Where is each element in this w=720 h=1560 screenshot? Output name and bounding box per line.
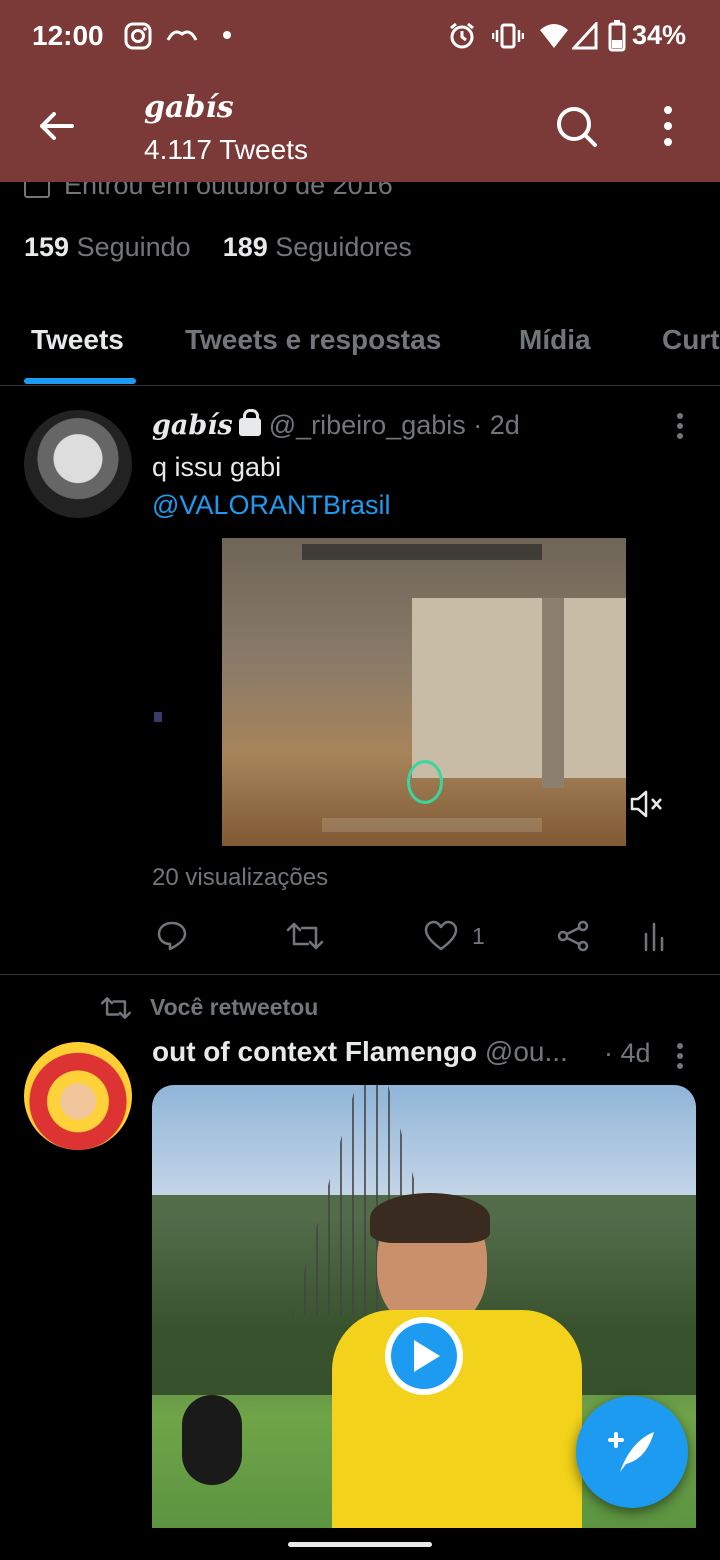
video-crosshair bbox=[407, 760, 443, 804]
top-app-bar: 12:00 34% gabís 4.117 Tweets bbox=[0, 0, 720, 182]
video-scene-wall bbox=[412, 598, 626, 778]
dot-icon bbox=[223, 31, 231, 39]
avatar[interactable] bbox=[24, 410, 132, 518]
retweet-label: Você retweetou bbox=[150, 994, 319, 1020]
active-tab-indicator bbox=[24, 378, 136, 384]
play-button[interactable] bbox=[385, 1317, 463, 1395]
status-time: 12:00 bbox=[32, 20, 104, 51]
signal-icon bbox=[572, 22, 598, 50]
reply-button[interactable] bbox=[156, 912, 188, 960]
tab-tweets[interactable]: Tweets bbox=[31, 324, 124, 356]
status-bar: 12:00 34% bbox=[0, 0, 720, 72]
tweet-video-valorant[interactable] bbox=[222, 538, 626, 846]
back-arrow-icon[interactable] bbox=[36, 106, 76, 146]
video-scene-pillar bbox=[542, 598, 564, 788]
tweet-handle[interactable]: @ou... bbox=[485, 1036, 568, 1067]
tweet-time: · 4d bbox=[604, 1038, 651, 1068]
tweet-actions: 1 bbox=[152, 912, 672, 960]
like-button[interactable]: 1 bbox=[424, 912, 485, 960]
battery-icon bbox=[608, 20, 626, 52]
compose-feather-icon bbox=[608, 1432, 654, 1472]
wifi-icon bbox=[540, 24, 568, 48]
following-label: Seguindo bbox=[76, 232, 191, 262]
heart-icon bbox=[424, 920, 458, 951]
profile-header: gabís 4.117 Tweets bbox=[0, 82, 720, 182]
tab-media[interactable]: Mídia bbox=[519, 324, 591, 356]
tweet-time: · 2d bbox=[473, 410, 520, 440]
tweet-author-name[interactable]: gabís bbox=[152, 410, 233, 441]
tweet-more-icon[interactable] bbox=[676, 412, 684, 440]
header-name: gabís bbox=[144, 90, 234, 125]
reply-icon bbox=[157, 921, 187, 951]
avatar[interactable] bbox=[24, 1042, 132, 1150]
analytics-icon bbox=[644, 922, 664, 952]
alarm-icon bbox=[450, 22, 474, 49]
tab-likes[interactable]: Curt bbox=[662, 324, 720, 356]
instagram-icon bbox=[124, 22, 152, 50]
retweet-icon bbox=[286, 922, 324, 950]
compose-tweet-button[interactable] bbox=[576, 1396, 688, 1508]
tweet-text: q issu gabi bbox=[152, 452, 282, 482]
gesture-nav-bar[interactable] bbox=[288, 1542, 432, 1547]
profile-tabs: Tweets Tweets e respostas Mídia Curt bbox=[0, 320, 720, 386]
video-scene-person-hair bbox=[370, 1193, 490, 1243]
tab-tweets-and-replies[interactable]: Tweets e respostas bbox=[185, 324, 441, 356]
tweet-handle[interactable]: @_ribeiro_gabis bbox=[269, 410, 466, 440]
retweet-button[interactable] bbox=[286, 912, 324, 960]
following-link[interactable]: 159 Seguindo bbox=[24, 232, 191, 262]
tweet-mention-link[interactable]: @VALORANTBrasil bbox=[152, 490, 390, 521]
ifood-icon bbox=[166, 30, 198, 41]
video-hud-bar bbox=[302, 544, 542, 560]
retweet-icon bbox=[100, 996, 132, 1019]
more-options-icon[interactable] bbox=[656, 104, 680, 148]
followers-count: 189 bbox=[222, 232, 268, 262]
header-tweet-count: 4.117 Tweets bbox=[144, 134, 308, 165]
share-button[interactable] bbox=[556, 912, 590, 960]
like-count: 1 bbox=[472, 922, 485, 949]
followers-link[interactable]: 189 Seguidores bbox=[223, 232, 412, 262]
tweet-views: 20 visualizações bbox=[152, 864, 329, 891]
follow-stats: 159 Seguindo 189 Seguidores bbox=[24, 232, 412, 263]
analytics-button[interactable] bbox=[642, 912, 666, 960]
video-hud-bottom bbox=[322, 818, 542, 832]
tweet-header: gabís @_ribeiro_gabis · 2d bbox=[152, 408, 520, 441]
share-icon bbox=[557, 920, 589, 952]
retweet-indicator: Você retweetou bbox=[100, 994, 318, 1021]
lock-icon bbox=[238, 408, 261, 436]
tweet-more-icon[interactable] bbox=[676, 1042, 684, 1070]
vibrate-icon bbox=[492, 23, 524, 49]
followers-label: Seguidores bbox=[275, 232, 412, 262]
play-icon bbox=[414, 1340, 440, 1372]
search-icon[interactable] bbox=[554, 104, 598, 148]
video-scene-microphone bbox=[182, 1395, 242, 1485]
tweet-divider bbox=[0, 974, 720, 975]
tweet-author-name[interactable]: out of context Flamengo bbox=[152, 1036, 477, 1067]
following-count: 159 bbox=[24, 232, 70, 262]
muted-speaker-icon[interactable] bbox=[626, 786, 666, 822]
media-marker bbox=[154, 712, 162, 722]
battery-percent: 34% bbox=[631, 20, 686, 50]
